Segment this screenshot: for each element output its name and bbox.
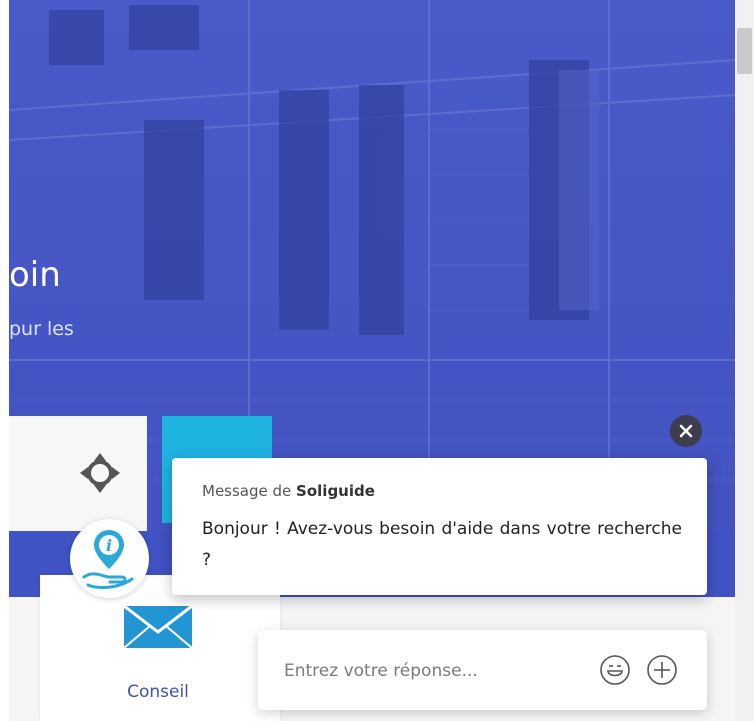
chat-header: Message de Soliguide	[202, 482, 375, 500]
chat-sender: Soliguide	[296, 482, 375, 500]
chat-reply-input[interactable]	[282, 652, 606, 690]
chat-header-prefix: Message de	[202, 482, 292, 500]
svg-text:i: i	[106, 536, 112, 555]
crosshair-locate-icon[interactable]	[76, 449, 124, 497]
scrollbar-thumb[interactable]	[737, 28, 752, 74]
chat-reply-box	[258, 630, 707, 710]
page-scrollbar[interactable]	[735, 0, 754, 721]
info-pin-hand-icon: i	[82, 530, 134, 589]
envelope-icon[interactable]	[122, 604, 194, 650]
plus-icon[interactable]	[646, 654, 678, 686]
hero-title: oin	[9, 255, 61, 295]
chat-message-popup[interactable]: Message de Soliguide Bonjour ! Avez-vous…	[172, 458, 707, 595]
chat-message-text: Bonjour ! Avez-vous besoin d'aide dans v…	[202, 519, 682, 570]
service-card-label[interactable]: Conseil	[100, 682, 216, 702]
hero-subtitle: pur les	[9, 318, 74, 340]
chat-avatar[interactable]: i	[70, 519, 149, 598]
close-icon[interactable]	[670, 415, 702, 447]
smiley-icon[interactable]	[599, 654, 631, 686]
